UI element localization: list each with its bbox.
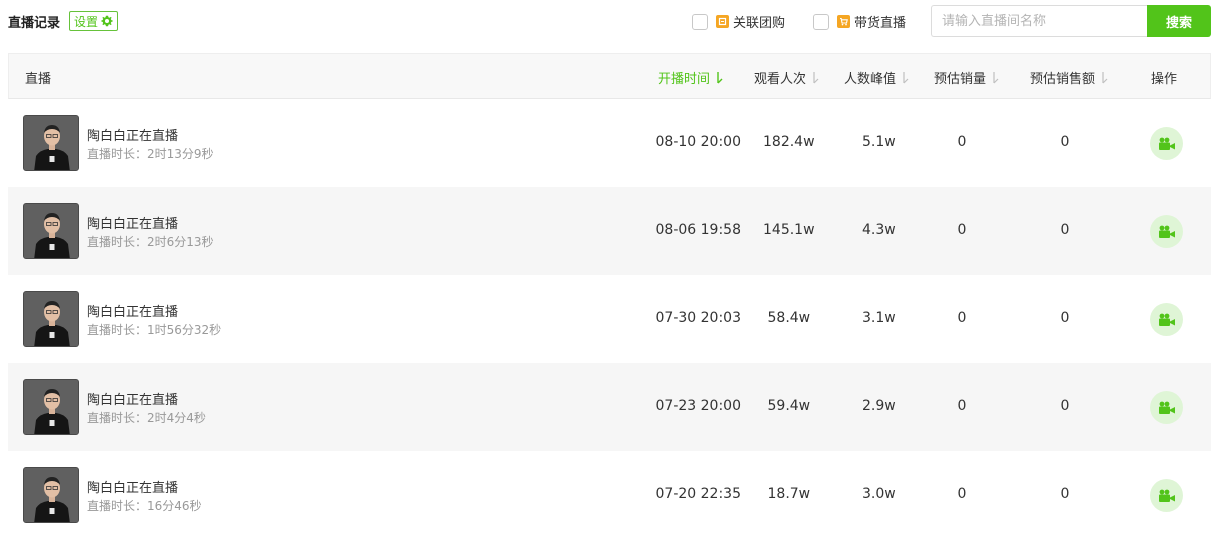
filter-group-buy[interactable]: 关联团购 <box>692 12 785 31</box>
est-sales-cell: 0 <box>957 134 967 150</box>
est-revenue-cell: 0 <box>1060 222 1070 238</box>
watch-replay-button[interactable] <box>1150 479 1183 512</box>
stream-title[interactable]: 陶白白正在直播 <box>87 125 178 144</box>
column-label-live: 直播 <box>25 72 52 87</box>
sort-arrow-icon <box>717 71 723 83</box>
column-label-peak: 人数峰值 <box>844 72 897 87</box>
commerce-live-checkbox[interactable] <box>813 13 829 30</box>
est-sales-cell: 0 <box>957 222 967 238</box>
video-camera-icon <box>1158 489 1175 502</box>
table-header: 直播 开播时间 观看人次 人数峰值 预估销量 预估销售额 操作 <box>8 53 1211 99</box>
column-header-est-revenue[interactable]: 预估销售额 <box>1030 68 1108 87</box>
stream-thumbnail[interactable] <box>23 467 79 523</box>
person-thumbnail-image <box>24 292 78 346</box>
video-camera-icon <box>1158 313 1175 326</box>
stream-thumbnail[interactable] <box>23 379 79 435</box>
peak-cell: 5.1w <box>862 134 896 150</box>
column-label-start-time: 开播时间 <box>658 72 711 87</box>
person-thumbnail-image <box>24 204 78 258</box>
watch-replay-button[interactable] <box>1150 391 1183 424</box>
stream-title[interactable]: 陶白白正在直播 <box>87 301 178 320</box>
table-row[interactable]: 陶白白正在直播 直播时长：2时13分9秒 08-10 20:00 182.4w … <box>8 99 1211 187</box>
est-sales-cell: 0 <box>957 310 967 326</box>
watch-replay-button[interactable] <box>1150 215 1183 248</box>
peak-cell: 4.3w <box>862 222 896 238</box>
stream-duration: 直播时长：2时4分4秒 <box>87 411 206 425</box>
table-row[interactable]: 陶白白正在直播 直播时长：2时6分13秒 08-06 19:58 145.1w … <box>8 187 1211 275</box>
est-revenue-cell: 0 <box>1060 486 1070 502</box>
person-thumbnail-image <box>24 116 78 170</box>
table-row[interactable]: 陶白白正在直播 直播时长：1时56分32秒 07-30 20:03 58.4w … <box>8 275 1211 363</box>
peak-cell: 3.0w <box>862 486 896 502</box>
start-time-cell: 07-30 20:03 <box>655 310 741 326</box>
sort-arrow-icon <box>903 71 909 83</box>
column-header-peak[interactable]: 人数峰值 <box>844 68 909 87</box>
column-label-views: 观看人次 <box>754 72 807 87</box>
views-cell: 145.1w <box>763 222 815 238</box>
views-cell: 59.4w <box>767 398 811 414</box>
stream-thumbnail[interactable] <box>23 291 79 347</box>
est-revenue-cell: 0 <box>1060 134 1070 150</box>
est-sales-cell: 0 <box>957 398 967 414</box>
commerce-live-label: 带货直播 <box>854 16 907 31</box>
person-thumbnail-image <box>24 468 78 522</box>
start-time-cell: 08-10 20:00 <box>655 134 741 150</box>
watch-replay-button[interactable] <box>1150 303 1183 336</box>
sort-arrow-icon <box>813 71 819 83</box>
stream-title[interactable]: 陶白白正在直播 <box>87 477 178 496</box>
views-cell: 58.4w <box>767 310 811 326</box>
sort-arrow-icon <box>1102 71 1108 83</box>
stream-duration: 直播时长：2时13分9秒 <box>87 147 214 161</box>
watch-replay-button[interactable] <box>1150 127 1183 160</box>
column-header-views[interactable]: 观看人次 <box>754 68 819 87</box>
group-buy-checkbox[interactable] <box>692 13 708 30</box>
search-input[interactable] <box>931 5 1147 37</box>
group-buy-label: 关联团购 <box>733 16 786 31</box>
peak-cell: 3.1w <box>862 310 896 326</box>
filter-commerce-live[interactable]: 带货直播 <box>813 12 906 31</box>
start-time-cell: 08-06 19:58 <box>655 222 741 238</box>
est-sales-cell: 0 <box>957 486 967 502</box>
settings-label: 设置 <box>74 14 99 29</box>
column-header-actions: 操作 <box>1151 68 1177 87</box>
sort-arrow-icon <box>993 71 999 83</box>
stream-thumbnail[interactable] <box>23 115 79 171</box>
est-revenue-cell: 0 <box>1060 310 1070 326</box>
toolbar: 直播记录 设置 关联团购 带货直播 搜索 <box>0 0 1225 44</box>
settings-button[interactable]: 设置 <box>69 11 119 31</box>
column-label-actions: 操作 <box>1151 72 1178 87</box>
shopping-cart-icon <box>837 15 850 28</box>
start-time-cell: 07-23 20:00 <box>655 398 741 414</box>
column-label-est-revenue: 预估销售额 <box>1030 72 1096 87</box>
person-thumbnail-image <box>24 380 78 434</box>
group-buy-icon <box>716 15 729 28</box>
video-camera-icon <box>1158 225 1175 238</box>
video-camera-icon <box>1158 401 1175 414</box>
stream-duration: 直播时长：1时56分32秒 <box>87 323 222 337</box>
start-time-cell: 07-20 22:35 <box>655 486 741 502</box>
stream-duration: 直播时长：16分46秒 <box>87 499 202 513</box>
est-revenue-cell: 0 <box>1060 398 1070 414</box>
video-camera-icon <box>1158 137 1175 150</box>
stream-title[interactable]: 陶白白正在直播 <box>87 213 178 232</box>
page-title: 直播记录 <box>8 16 61 31</box>
stream-thumbnail[interactable] <box>23 203 79 259</box>
column-header-est-sales[interactable]: 预估销量 <box>934 68 999 87</box>
table-row[interactable]: 陶白白正在直播 直播时长：16分46秒 07-20 22:35 18.7w 3.… <box>8 451 1211 539</box>
search-button[interactable]: 搜索 <box>1147 5 1211 37</box>
views-cell: 182.4w <box>763 134 815 150</box>
stream-duration: 直播时长：2时6分13秒 <box>87 235 214 249</box>
column-header-start-time[interactable]: 开播时间 <box>658 68 723 87</box>
column-header-live: 直播 <box>25 68 51 87</box>
stream-title[interactable]: 陶白白正在直播 <box>87 389 178 408</box>
peak-cell: 2.9w <box>862 398 896 414</box>
column-label-est-sales: 预估销量 <box>934 72 987 87</box>
gear-icon <box>101 15 113 27</box>
table-row[interactable]: 陶白白正在直播 直播时长：2时4分4秒 07-23 20:00 59.4w 2.… <box>8 363 1211 451</box>
views-cell: 18.7w <box>767 486 811 502</box>
